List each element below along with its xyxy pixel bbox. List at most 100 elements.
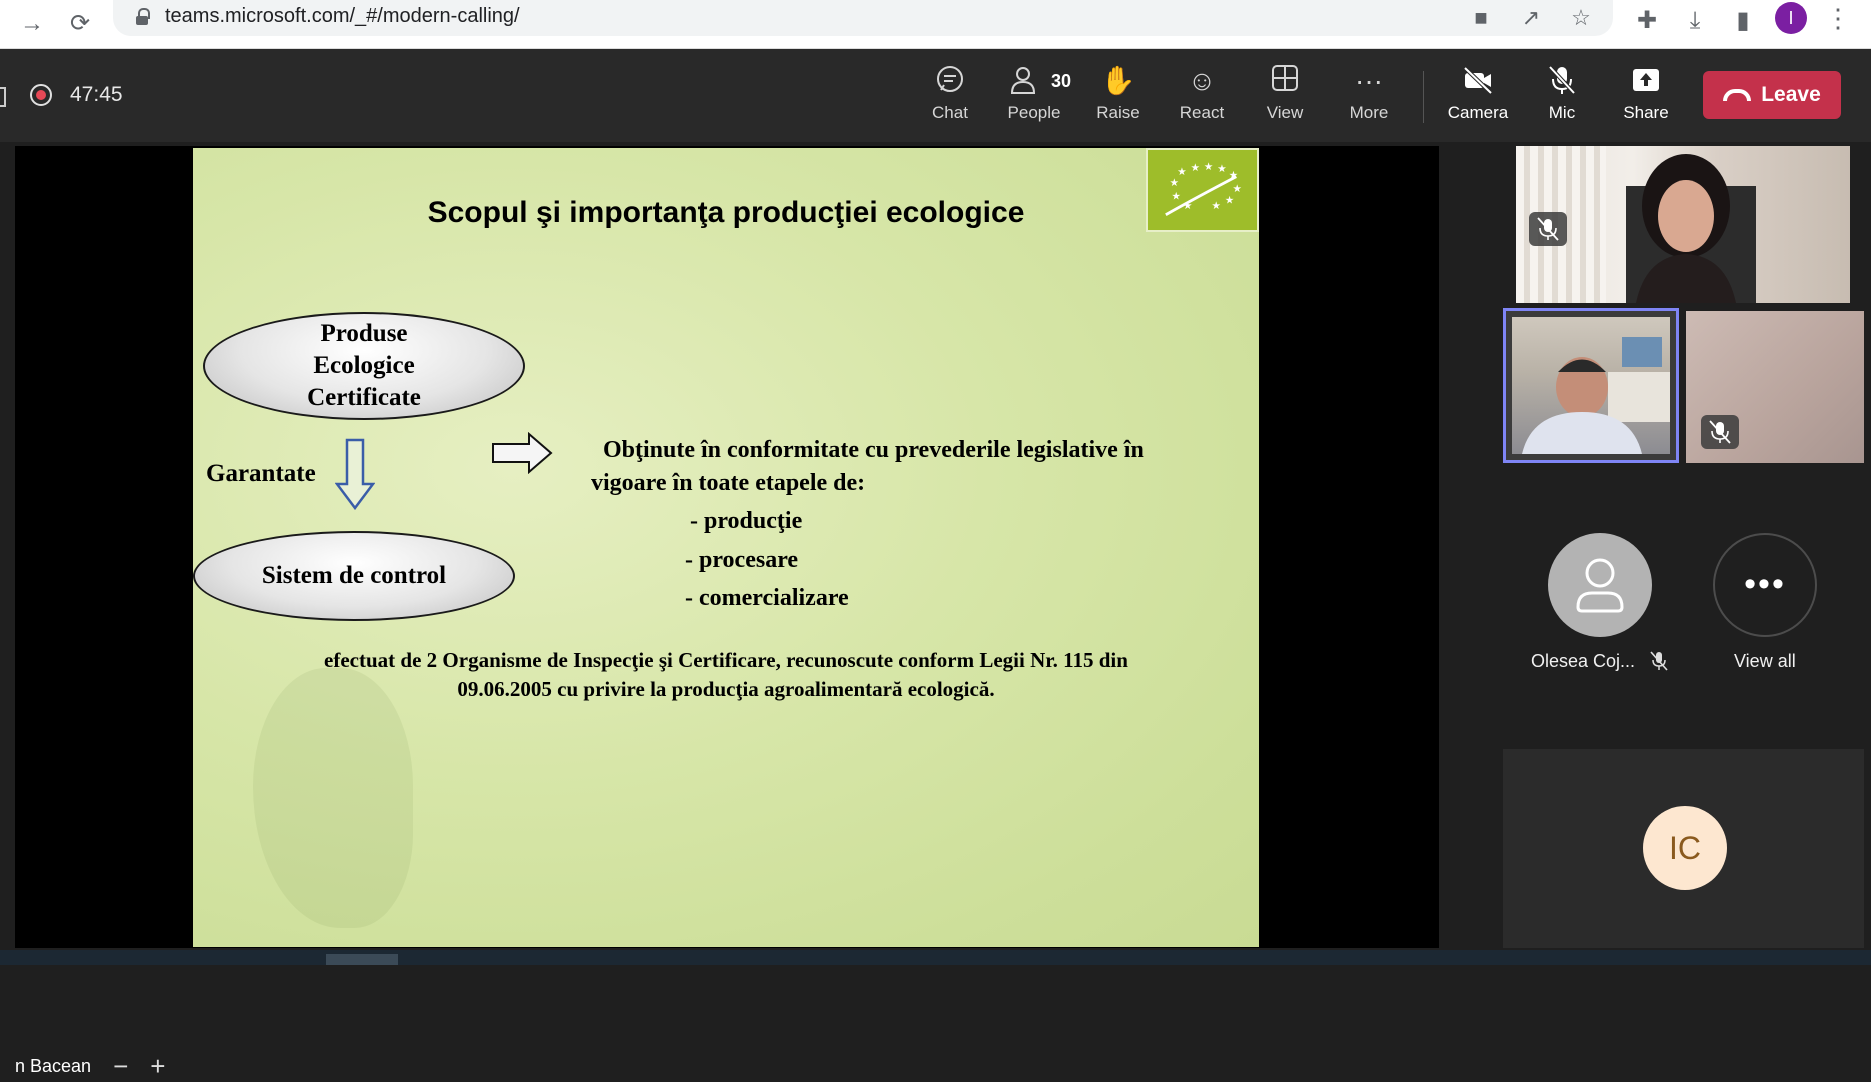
scroll-thumb[interactable] (326, 954, 398, 965)
lock-icon (135, 8, 150, 26)
presenter-name-tag: n Bacean − + (15, 1050, 179, 1082)
share-icon[interactable]: ↗ (1517, 4, 1545, 32)
url-text[interactable]: teams.microsoft.com/_#/modern-calling/ (165, 5, 520, 28)
raise-label: Raise (1096, 103, 1140, 122)
garantate-label: Garantate (206, 460, 316, 487)
produse-ecologice-ellipse: Produse Ecologice Certificate (203, 312, 525, 420)
profile-avatar[interactable]: I (1775, 2, 1807, 34)
zoom-out-icon[interactable]: − (113, 1050, 128, 1082)
view-all-button[interactable]: ••• (1713, 533, 1817, 637)
footer-line-2: 09.06.2005 cu privire la producţia agroa… (457, 677, 995, 701)
raise-hand-button[interactable]: ✋ Raise (1079, 63, 1157, 133)
more-button[interactable]: ··· More (1330, 63, 1408, 133)
meeting-timer: 47:45 (70, 83, 123, 106)
view-all-label: View all (1734, 651, 1796, 671)
sistem-control-text: Sistem de control (261, 562, 447, 589)
participant-avatar-olesea[interactable] (1548, 533, 1652, 637)
toolbar-divider (1423, 71, 1424, 123)
self-avatar-initials: IC (1643, 806, 1727, 890)
browser-bar: → ⟳ teams.microsoft.com/_#/modern-callin… (0, 0, 1871, 49)
participant-video-3[interactable] (1686, 311, 1864, 463)
side-panel-icon[interactable]: ▮ (1726, 4, 1760, 38)
view-grid-icon (1246, 63, 1324, 99)
leave-button[interactable]: Leave (1703, 71, 1841, 119)
chat-button[interactable]: Chat (911, 63, 989, 133)
shared-content-stage: Scopul şi importanţa producţiei ecologic… (15, 146, 1439, 1081)
phone-hangup-icon (1723, 89, 1752, 101)
svg-text:★: ★ (1170, 178, 1179, 189)
ellipse-line-2: Ecologice (313, 352, 415, 379)
view-button[interactable]: View (1246, 63, 1324, 133)
bookmark-star-icon[interactable]: ☆ (1567, 4, 1595, 32)
svg-text:★: ★ (1212, 201, 1221, 212)
camera-off-icon (1439, 63, 1517, 99)
reload-icon[interactable]: ⟳ (62, 6, 98, 42)
ellipse-line-3: Certificate (307, 384, 421, 411)
participant-name-olesea: Olesea Coj... (1531, 651, 1636, 671)
panel-edge-icon[interactable] (0, 87, 6, 107)
share-button[interactable]: Share (1607, 63, 1685, 133)
mic-off-icon (1523, 63, 1601, 99)
react-button[interactable]: ☺ React (1163, 63, 1241, 133)
sistem-control-ellipse: Sistem de control (193, 531, 515, 621)
taskbar-strip (0, 950, 1871, 965)
camera-button[interactable]: Camera (1439, 63, 1517, 133)
down-arrow-icon (335, 438, 375, 510)
extensions-icon[interactable]: ✚ (1630, 4, 1664, 38)
footer-line-1: efectuat de 2 Organisme de Inspecţie şi … (324, 648, 1128, 672)
react-label: React (1179, 103, 1225, 122)
forward-icon[interactable]: → (14, 6, 50, 42)
svg-text:★: ★ (1177, 167, 1186, 178)
svg-text:★: ★ (1217, 164, 1226, 175)
more-dots-icon: ••• (1744, 565, 1786, 603)
right-arrow-icon (492, 432, 553, 474)
mic-label: Mic (1548, 103, 1576, 122)
video-feed-2 (1512, 317, 1670, 454)
paragraph-line-1: Obţinute în conformitate cu prevederile … (603, 437, 1144, 463)
self-view-tile[interactable]: IC (1503, 749, 1864, 948)
participant-video-1[interactable] (1516, 146, 1850, 303)
participant-video-2-active[interactable] (1503, 308, 1679, 463)
chat-icon (911, 63, 989, 99)
bullet-comercializare: - comercializare (685, 585, 849, 611)
participant-figure-1 (1626, 154, 1756, 303)
svg-text:★: ★ (1172, 192, 1181, 203)
paragraph-line-2: vigoare în toate etapele de: (591, 470, 866, 496)
obtinute-paragraph: Obţinute în conformitate cu prevederile … (591, 434, 1231, 500)
person-icon (1576, 558, 1624, 613)
chat-label: Chat (932, 103, 968, 122)
slide-title: Scopul şi importanţa producţiei ecologic… (427, 196, 1025, 229)
camera-blocked-icon[interactable]: ■ (1467, 4, 1495, 32)
bullet-productie: - producţie (690, 508, 803, 534)
zoom-in-icon[interactable]: + (150, 1050, 165, 1082)
muted-badge-1 (1529, 212, 1567, 246)
presenter-name: n Bacean (15, 1056, 92, 1076)
camera-label: Camera (1447, 103, 1509, 122)
address-bar[interactable]: teams.microsoft.com/_#/modern-calling/ ■… (113, 0, 1613, 36)
svg-text:★: ★ (1204, 162, 1213, 173)
share-screen-icon (1607, 63, 1685, 99)
meeting-toolbar: 47:45 Chat 30 People ✋ Raise ☺ React Vie… (0, 49, 1871, 142)
browser-menu-icon[interactable]: ⋮ (1825, 2, 1851, 34)
share-label: Share (1623, 103, 1669, 122)
people-button[interactable]: 30 People (995, 63, 1073, 133)
presentation-slide: Scopul şi importanţa producţiei ecologic… (193, 148, 1259, 947)
svg-text:★: ★ (1191, 163, 1200, 174)
people-label: People (1007, 103, 1061, 122)
more-label: More (1349, 103, 1389, 122)
smiley-icon: ☺ (1187, 65, 1217, 96)
svg-text:★: ★ (1225, 195, 1234, 206)
muted-badge-3 (1701, 415, 1739, 449)
download-icon[interactable]: ⤓ (1678, 4, 1712, 38)
bullet-procesare: - procesare (685, 547, 799, 573)
recording-icon (30, 84, 52, 106)
people-count: 30 (1051, 71, 1072, 91)
slide-footer-text: efectuat de 2 Organisme de Inspecţie şi … (233, 646, 1219, 704)
more-dots-icon: ··· (1355, 65, 1383, 96)
mic-button[interactable]: Mic (1523, 63, 1601, 133)
leave-label: Leave (1761, 83, 1821, 106)
eu-organic-logo: ★ ★ ★ ★ ★ ★ ★ ★ ★ ★ ★ (1146, 148, 1259, 232)
slide-background-leaf (253, 668, 413, 928)
view-label: View (1266, 103, 1304, 122)
ellipse-line-1: Produse (320, 320, 408, 347)
